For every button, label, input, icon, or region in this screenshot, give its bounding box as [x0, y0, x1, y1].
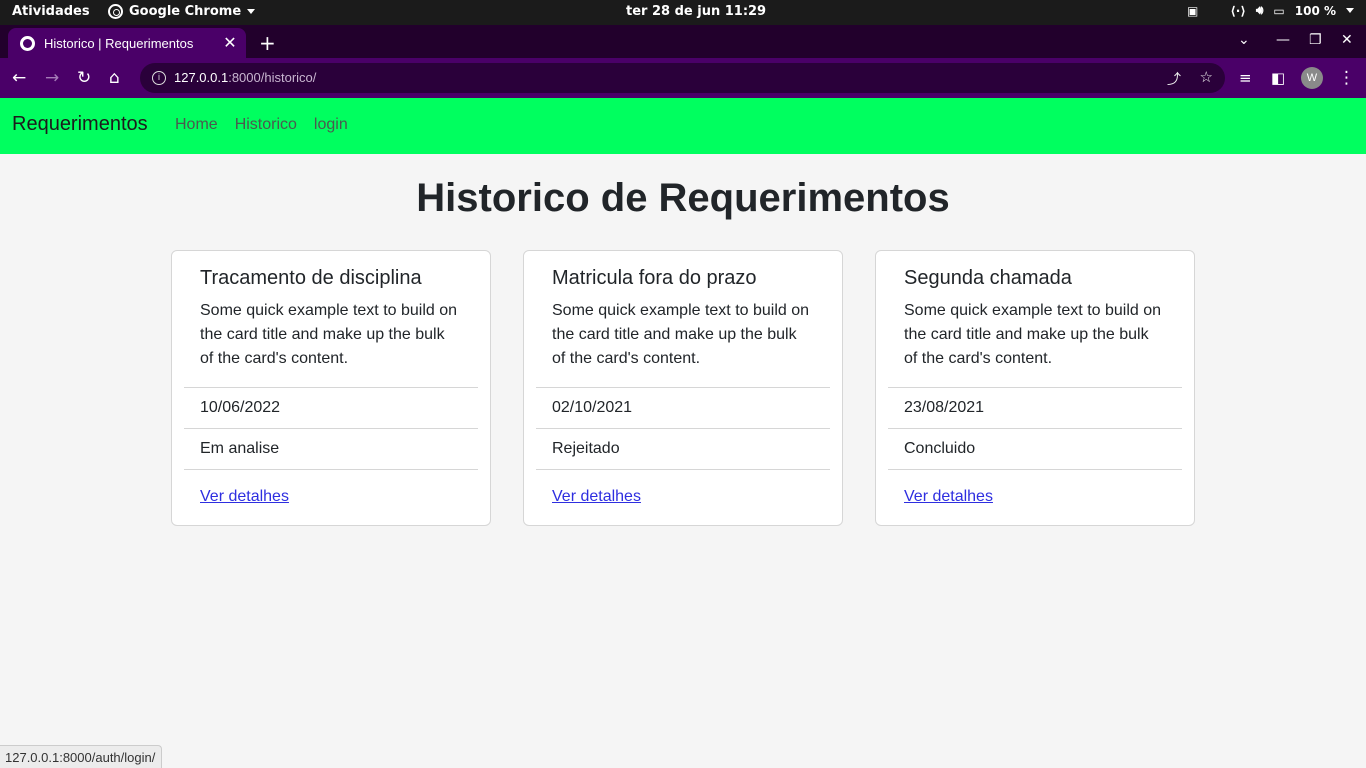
- url-text[interactable]: 127.0.0.1:8000/historico/: [174, 70, 316, 85]
- reading-list-icon[interactable]: ≡: [1239, 67, 1252, 89]
- system-top-bar: Atividades Google Chrome ter 28 de jun 1…: [0, 0, 1366, 25]
- battery-level: 100 %: [1294, 3, 1336, 18]
- card-date: 23/08/2021: [904, 399, 985, 416]
- tab-historico[interactable]: Historico | Requerimentos ✕: [8, 28, 246, 58]
- tab-title: Historico | Requerimentos: [44, 35, 194, 51]
- menu-kebab-icon[interactable]: ⋮: [1338, 67, 1355, 89]
- share-icon[interactable]: ⤴: [1167, 69, 1181, 89]
- bookmark-star-icon[interactable]: ☆: [1200, 68, 1213, 86]
- close-window-button[interactable]: ✕: [1341, 32, 1353, 48]
- divider: [888, 469, 1182, 470]
- divider: [888, 387, 1182, 388]
- nav-home[interactable]: Home: [175, 116, 218, 134]
- card-text: Some quick example text to build on the …: [200, 302, 458, 367]
- screen-share-icon: ▣: [1186, 3, 1199, 18]
- restore-button[interactable]: ❐: [1309, 32, 1322, 48]
- volume-icon: 🔊︎: [1255, 3, 1264, 17]
- clock[interactable]: ter 28 de jun 11:29: [626, 4, 766, 19]
- new-tab-button[interactable]: +: [259, 31, 276, 55]
- request-card: Matricula fora do prazo Some quick examp…: [523, 250, 843, 526]
- home-button[interactable]: ⌂: [109, 67, 120, 89]
- app-menu[interactable]: Google Chrome: [108, 4, 256, 19]
- card-title: Tracamento de disciplina: [200, 267, 422, 289]
- tab-search-icon[interactable]: ⌄: [1238, 32, 1250, 48]
- card-text: Some quick example text to build on the …: [552, 302, 810, 367]
- card-status: Concluido: [904, 440, 976, 457]
- reload-button[interactable]: ↻: [77, 67, 91, 89]
- activities-button[interactable]: Atividades: [12, 4, 90, 19]
- address-bar[interactable]: i 127.0.0.1:8000/historico/ ⤴ ☆: [140, 63, 1225, 93]
- tab-strip: Historico | Requerimentos ✕ + ⌄ — ❐ ✕: [0, 25, 1366, 58]
- chevron-down-icon: [247, 9, 256, 14]
- side-panel-icon[interactable]: ◧: [1271, 67, 1285, 89]
- app-name: Google Chrome: [129, 4, 242, 19]
- card-status: Rejeitado: [552, 440, 620, 457]
- divider: [536, 469, 830, 470]
- card-title: Matricula fora do prazo: [552, 267, 757, 289]
- minimize-button[interactable]: —: [1276, 32, 1290, 48]
- divider: [888, 428, 1182, 429]
- divider: [184, 387, 478, 388]
- divider: [536, 428, 830, 429]
- profile-avatar[interactable]: W: [1301, 67, 1323, 89]
- network-icon: ⟨·⟩: [1230, 3, 1246, 18]
- info-icon[interactable]: i: [152, 71, 166, 85]
- divider: [184, 428, 478, 429]
- nav-historico[interactable]: Historico: [235, 116, 297, 134]
- chrome-icon: [108, 4, 123, 19]
- back-button[interactable]: ←: [12, 67, 26, 89]
- nav-links: Home Historico login: [175, 116, 348, 134]
- divider: [184, 469, 478, 470]
- nav-login[interactable]: login: [314, 116, 348, 134]
- details-link[interactable]: Ver detalhes: [552, 488, 641, 506]
- card-text: Some quick example text to build on the …: [904, 302, 1162, 367]
- details-link[interactable]: Ver detalhes: [904, 488, 993, 506]
- card-date: 10/06/2022: [200, 399, 281, 416]
- page-title: Historico de Requerimentos: [416, 176, 950, 220]
- site-navbar: Requerimentos Home Historico login: [0, 98, 1366, 154]
- card-status: Em analise: [200, 440, 280, 457]
- battery-icon: ▭: [1273, 3, 1285, 18]
- navbar-brand[interactable]: Requerimentos: [12, 113, 148, 136]
- details-link[interactable]: Ver detalhes: [200, 488, 289, 506]
- card-date: 02/10/2021: [552, 399, 633, 416]
- forward-button[interactable]: →: [45, 67, 59, 89]
- card-title: Segunda chamada: [904, 267, 1072, 289]
- link-status-bubble: 127.0.0.1:8000/auth/login/: [0, 745, 163, 768]
- chevron-down-icon: [1346, 8, 1354, 13]
- divider: [536, 387, 830, 388]
- browser-toolbar: ← → ↻ ⌂ i 127.0.0.1:8000/historico/ ⤴ ☆ …: [0, 58, 1366, 98]
- system-tray[interactable]: ▣ ⟨·⟩ 🔊︎ ▭ 100 %: [1187, 3, 1354, 18]
- request-card: Segunda chamada Some quick example text …: [875, 250, 1195, 526]
- close-tab-icon[interactable]: ✕: [220, 33, 240, 53]
- request-card: Tracamento de disciplina Some quick exam…: [171, 250, 491, 526]
- globe-icon: [20, 35, 35, 51]
